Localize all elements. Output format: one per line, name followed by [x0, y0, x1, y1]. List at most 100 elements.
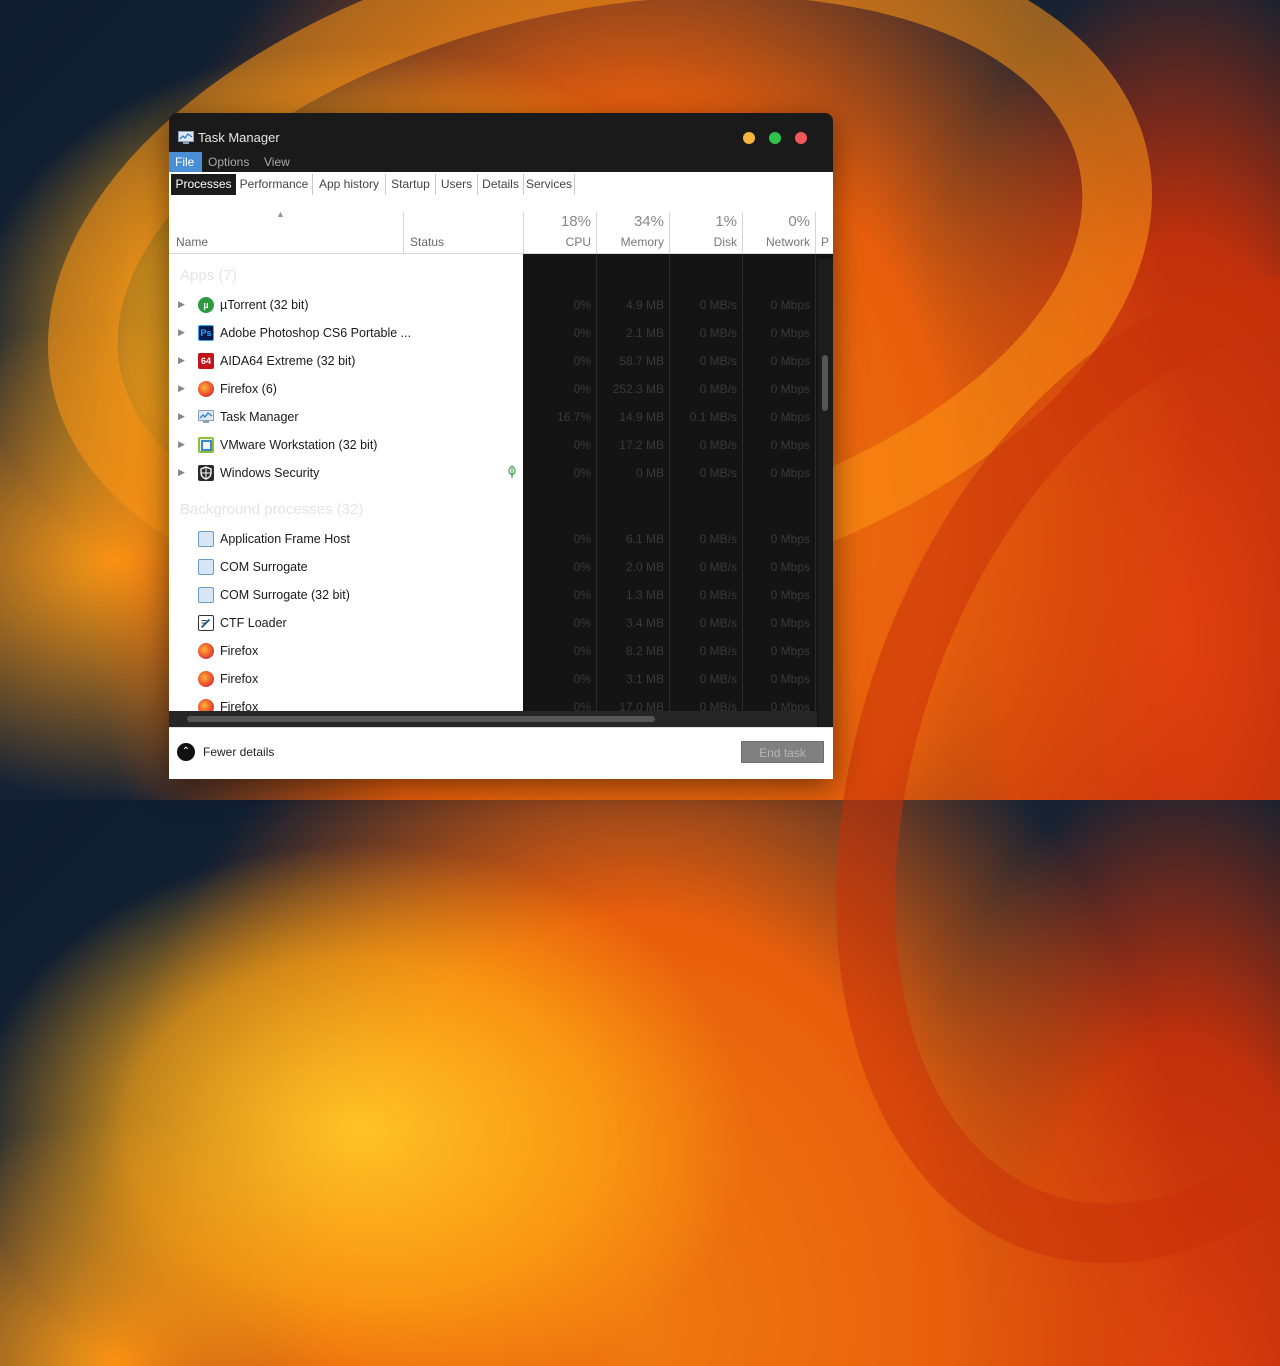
expand-arrow-icon[interactable]: ▶: [178, 439, 185, 450]
column-network[interactable]: Network: [744, 235, 810, 249]
process-name: CTF Loader: [220, 616, 287, 630]
process-name: Task Manager: [220, 410, 299, 424]
memory-percent[interactable]: 34%: [598, 213, 664, 230]
menu-bar: File Options View: [169, 152, 833, 172]
memory-value: 252.3 MB: [612, 382, 664, 396]
close-button[interactable]: [795, 132, 807, 144]
horizontal-scrollbar[interactable]: [169, 711, 817, 727]
tab-bar: Processes Performance App history Startu…: [169, 172, 833, 197]
disk-value: 0 MB/s: [699, 616, 737, 630]
process-name: AIDA64 Extreme (32 bit): [220, 354, 356, 368]
process-name: Firefox: [220, 672, 259, 686]
tab-services[interactable]: Services: [524, 174, 575, 195]
table-row[interactable]: ▶ Task Manager 16.7% 14.9 MB 0.1 MB/s 0 …: [169, 403, 817, 431]
menu-view[interactable]: View: [258, 152, 296, 172]
expand-arrow-icon[interactable]: ▶: [178, 411, 185, 422]
table-row[interactable]: Firefox 0% 8.2 MB 0 MB/s 0 Mbps: [169, 637, 817, 665]
process-name: COM Surrogate (32 bit): [220, 588, 350, 602]
table-row[interactable]: ▶ Ps Adobe Photoshop CS6 Portable ... 0%…: [169, 319, 817, 347]
expand-arrow-icon[interactable]: ▶: [178, 383, 185, 394]
cpu-value: 0%: [573, 616, 591, 630]
tab-app-history[interactable]: App history: [313, 174, 386, 195]
column-power[interactable]: P: [821, 235, 831, 249]
tab-processes[interactable]: Processes: [171, 174, 236, 195]
cpu-value: 0%: [573, 532, 591, 546]
column-divider[interactable]: [669, 212, 670, 253]
app-frame-host-icon: [198, 531, 214, 547]
column-cpu[interactable]: CPU: [525, 235, 591, 249]
table-row[interactable]: Application Frame Host 0% 6.1 MB 0 MB/s …: [169, 525, 817, 553]
column-divider[interactable]: [815, 212, 816, 253]
table-row[interactable]: Firefox 0% 3.1 MB 0 MB/s 0 Mbps: [169, 665, 817, 693]
table-row[interactable]: ▶ VMware Workstation (32 bit) 0% 17.2 MB…: [169, 431, 817, 459]
column-memory[interactable]: Memory: [598, 235, 664, 249]
column-status[interactable]: Status: [410, 235, 444, 249]
network-percent[interactable]: 0%: [744, 213, 810, 230]
firefox-icon: [198, 643, 214, 659]
tab-performance[interactable]: Performance: [236, 174, 313, 195]
table-row[interactable]: COM Surrogate (32 bit) 0% 1.3 MB 0 MB/s …: [169, 581, 817, 609]
tab-users[interactable]: Users: [436, 174, 478, 195]
disk-value: 0 MB/s: [699, 588, 737, 602]
tab-startup[interactable]: Startup: [386, 174, 436, 195]
cpu-value: 0%: [573, 560, 591, 574]
network-value: 0 Mbps: [770, 354, 810, 368]
minimize-button[interactable]: [743, 132, 755, 144]
column-divider[interactable]: [596, 212, 597, 253]
network-value: 0 Mbps: [770, 410, 810, 424]
memory-value: 4.9 MB: [625, 298, 664, 312]
disk-value: 0 MB/s: [699, 354, 737, 368]
table-row[interactable]: ▶ Windows Security 0% 0 MB 0 MB/s 0 Mbps: [169, 459, 817, 487]
tab-details[interactable]: Details: [478, 174, 524, 195]
table-row[interactable]: ▶ µ µTorrent (32 bit) 0% 4.9 MB 0 MB/s 0…: [169, 291, 817, 319]
cpu-percent[interactable]: 18%: [525, 213, 591, 230]
menu-file[interactable]: File: [169, 152, 202, 172]
vertical-scroll-thumb[interactable]: [822, 355, 828, 411]
horizontal-scroll-thumb[interactable]: [187, 716, 655, 722]
network-value: 0 Mbps: [770, 560, 810, 574]
disk-value: 0 MB/s: [699, 298, 737, 312]
maximize-button[interactable]: [769, 132, 781, 144]
memory-value: 58.7 MB: [619, 354, 664, 368]
process-name: Application Frame Host: [220, 532, 350, 546]
cpu-value: 0%: [573, 354, 591, 368]
ctf-loader-icon: [198, 615, 214, 631]
table-row[interactable]: COM Surrogate 0% 2.0 MB 0 MB/s 0 Mbps: [169, 553, 817, 581]
network-value: 0 Mbps: [770, 298, 810, 312]
table-row[interactable]: CTF Loader 0% 3.4 MB 0 MB/s 0 Mbps: [169, 609, 817, 637]
photoshop-icon: Ps: [198, 325, 214, 341]
expand-arrow-icon[interactable]: ▶: [178, 299, 185, 310]
network-value: 0 Mbps: [770, 466, 810, 480]
expand-arrow-icon[interactable]: ▶: [178, 355, 185, 366]
column-divider[interactable]: [742, 212, 743, 253]
column-name[interactable]: Name: [176, 235, 208, 249]
memory-value: 3.1 MB: [625, 672, 664, 686]
network-value: 0 Mbps: [770, 588, 810, 602]
network-value: 0 Mbps: [770, 672, 810, 686]
expand-arrow-icon[interactable]: ▶: [178, 327, 185, 338]
menu-options[interactable]: Options: [202, 152, 255, 172]
memory-value: 2.0 MB: [625, 560, 664, 574]
cpu-value: 0%: [573, 466, 591, 480]
table-row[interactable]: ▶ Firefox (6) 0% 252.3 MB 0 MB/s 0 Mbps: [169, 375, 817, 403]
fewer-details-link[interactable]: Fewer details: [203, 745, 274, 759]
chevron-up-icon[interactable]: ⌃: [177, 743, 195, 761]
expand-arrow-icon[interactable]: ▶: [178, 467, 185, 478]
cpu-value: 0%: [573, 588, 591, 602]
task-manager-icon: [178, 131, 194, 144]
table-row[interactable]: ▶ 64 AIDA64 Extreme (32 bit) 0% 58.7 MB …: [169, 347, 817, 375]
end-task-button[interactable]: End task: [741, 741, 824, 763]
column-divider[interactable]: [523, 212, 524, 253]
column-disk[interactable]: Disk: [671, 235, 737, 249]
disk-value: 0 MB/s: [699, 644, 737, 658]
firefox-icon: [198, 381, 214, 397]
vertical-scrollbar[interactable]: [818, 259, 833, 727]
section-apps: Apps (7): [180, 267, 237, 284]
network-value: 0 Mbps: [770, 532, 810, 546]
column-divider[interactable]: [403, 212, 404, 253]
disk-value: 0.1 MB/s: [689, 410, 737, 424]
cpu-value: 0%: [573, 298, 591, 312]
process-name: Windows Security: [220, 466, 320, 480]
disk-percent[interactable]: 1%: [671, 213, 737, 230]
memory-value: 0 MB: [635, 466, 664, 480]
